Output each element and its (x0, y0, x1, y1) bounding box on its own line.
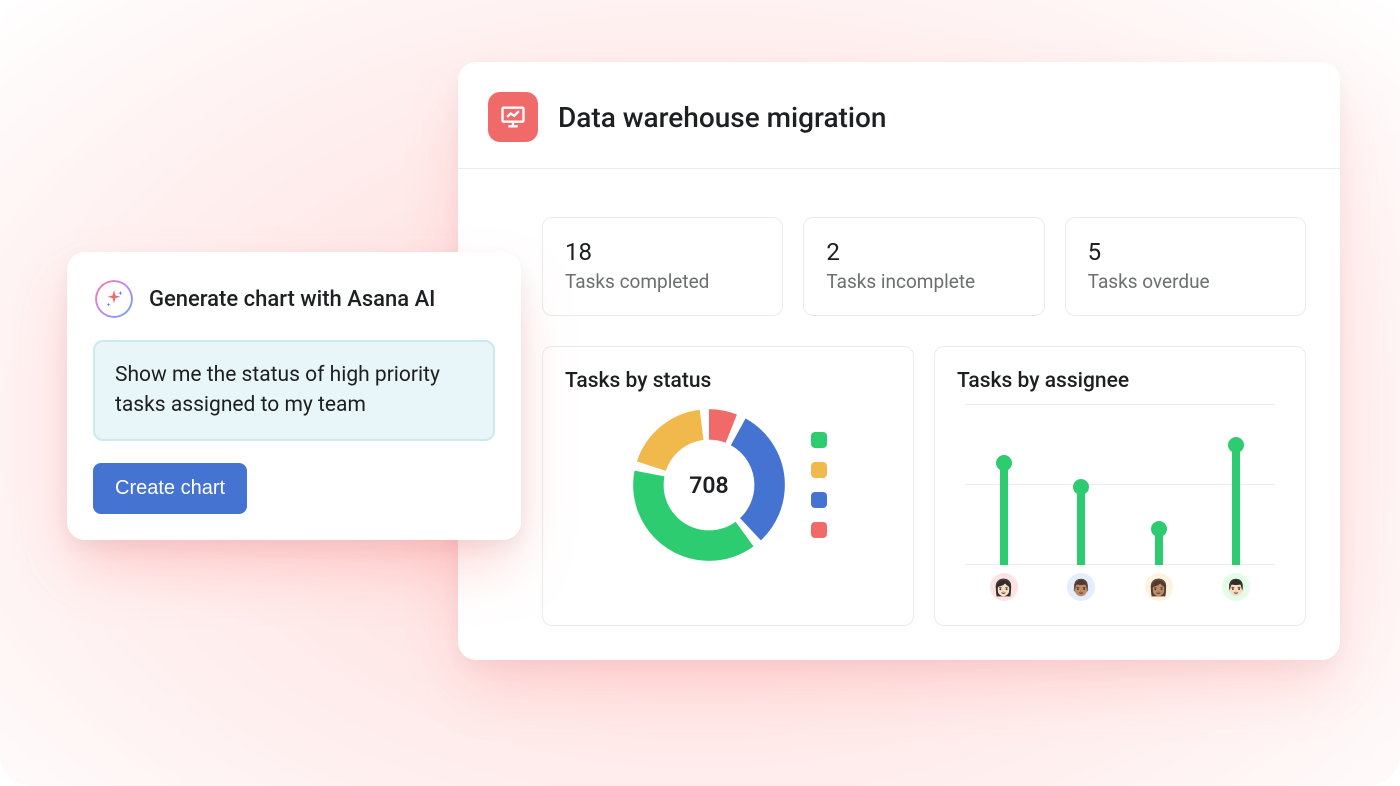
sparkle-icon (93, 278, 135, 320)
ai-generate-card: Generate chart with Asana AI Show me the… (67, 252, 521, 540)
chart-title: Tasks by status (565, 369, 891, 393)
ai-prompt-input[interactable]: Show me the status of high priority task… (93, 340, 495, 441)
bar-col (1000, 463, 1008, 565)
bar-col (1155, 529, 1163, 565)
legend-swatch (811, 522, 827, 538)
ai-card-title: Generate chart with Asana AI (149, 287, 435, 312)
stat-value: 18 (565, 238, 760, 266)
stat-value: 2 (826, 238, 1021, 266)
bar-chart (957, 405, 1283, 565)
bar-col (1232, 445, 1240, 565)
assignee-avatars: 👩🏻 👨🏽 👩🏽 👨🏻 (957, 565, 1283, 601)
stat-label: Tasks incomplete (826, 270, 1021, 293)
stat-label: Tasks overdue (1088, 270, 1283, 293)
legend-swatch (811, 462, 827, 478)
dashboard-title: Data warehouse migration (558, 101, 886, 134)
chart-title: Tasks by assignee (957, 369, 1283, 393)
stat-card-completed[interactable]: 18 Tasks completed (542, 217, 783, 316)
stat-card-overdue[interactable]: 5 Tasks overdue (1065, 217, 1306, 316)
stat-label: Tasks completed (565, 270, 760, 293)
stats-row: 18 Tasks completed 2 Tasks incomplete 5 … (458, 169, 1340, 316)
dashboard-panel: Data warehouse migration 18 Tasks comple… (458, 62, 1340, 660)
tasks-by-status-chart[interactable]: Tasks by status 708 (542, 346, 914, 626)
tasks-by-assignee-chart[interactable]: Tasks by assignee 👩🏻 👨🏽 👩🏽 👨🏻 (934, 346, 1306, 626)
donut-center-value: 708 (629, 405, 789, 565)
bar-col (1077, 487, 1085, 565)
donut-chart: 708 (629, 405, 789, 565)
legend-swatch (811, 432, 827, 448)
avatar: 👨🏻 (1222, 573, 1250, 601)
ai-card-header: Generate chart with Asana AI (93, 278, 495, 320)
stat-card-incomplete[interactable]: 2 Tasks incomplete (803, 217, 1044, 316)
avatar: 👩🏻 (990, 573, 1018, 601)
stat-value: 5 (1088, 238, 1283, 266)
create-chart-button[interactable]: Create chart (93, 463, 247, 514)
avatar: 👩🏽 (1145, 573, 1173, 601)
donut-legend (811, 432, 827, 538)
charts-row: Tasks by status 708 (458, 316, 1340, 626)
avatar: 👨🏽 (1067, 573, 1095, 601)
presentation-icon (488, 92, 538, 142)
legend-swatch (811, 492, 827, 508)
dashboard-header: Data warehouse migration (458, 62, 1340, 169)
